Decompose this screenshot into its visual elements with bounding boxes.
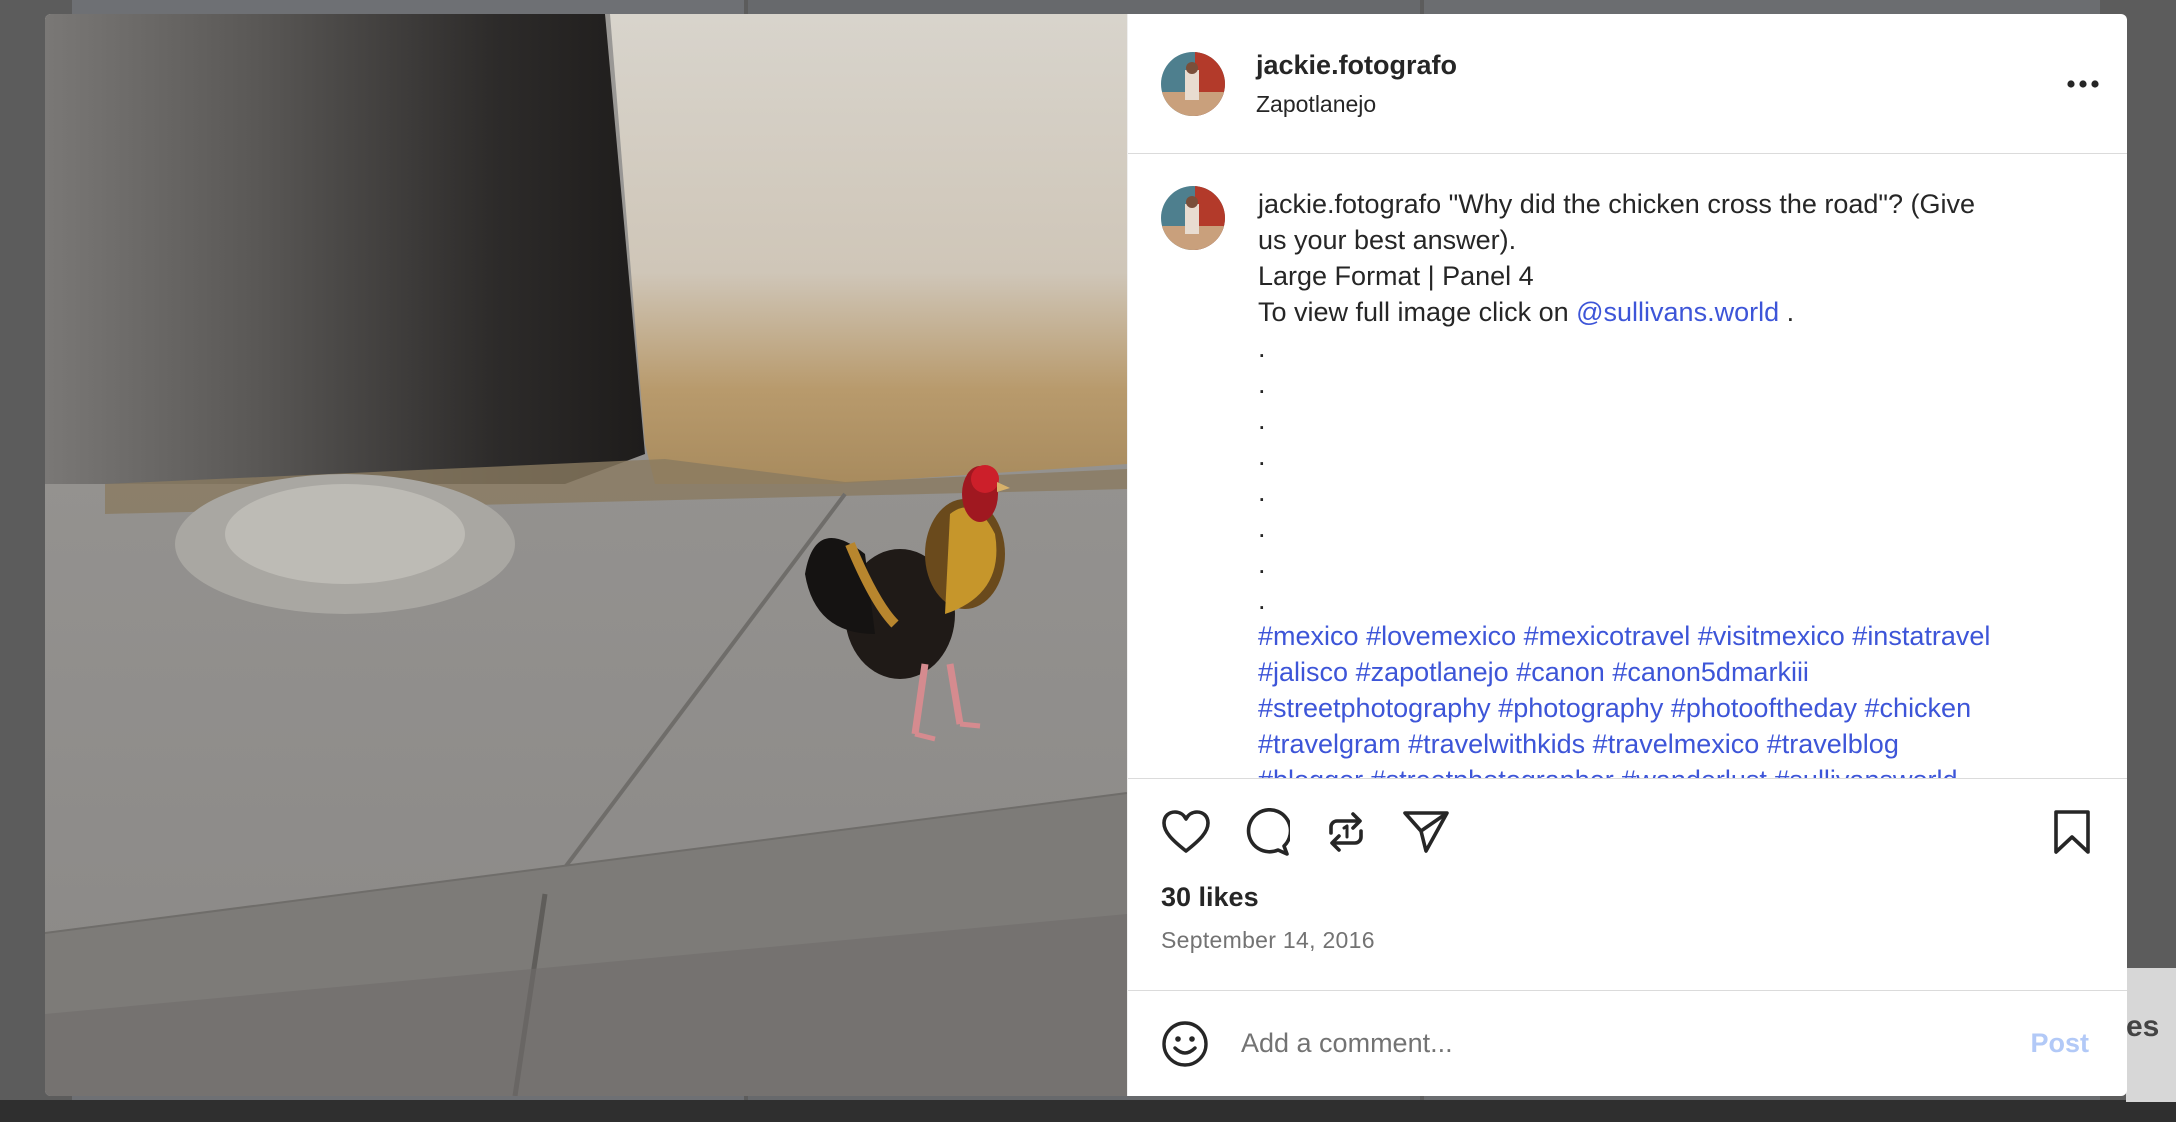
post-header: jackie.fotografo Zapotlanejo <box>1128 14 2127 154</box>
comment-button[interactable] <box>1241 807 1291 857</box>
hashtag-link[interactable]: #visitmexico <box>1698 621 1845 651</box>
caption-dot: . <box>1258 549 1266 579</box>
send-paper-plane-icon <box>1403 810 1449 853</box>
caption-text: jackie.fotografo "Why did the chicken cr… <box>1258 186 1990 778</box>
hashtag-link[interactable]: #canon5dmarkiii <box>1612 657 1809 687</box>
avatar[interactable] <box>1161 51 1225 116</box>
comment-bubble-icon <box>1246 807 1290 856</box>
caption-line: jackie.fotografo "Why did the chicken cr… <box>1258 186 1990 222</box>
hashtag-line: #mexico #lovemexico #mexicotravel #visit… <box>1258 618 1990 654</box>
avatar-image <box>1161 51 1225 116</box>
caption-line-1: "Why did the chicken cross the road"? (G… <box>1448 189 1976 219</box>
avatar[interactable] <box>1161 186 1225 250</box>
comment-bar: Post <box>1128 990 2127 1096</box>
more-options-button[interactable] <box>2063 64 2103 104</box>
hashtag-link[interactable]: #lovemexico <box>1366 621 1516 651</box>
hashtag-link[interactable]: #canon <box>1516 657 1605 687</box>
hashtag-link[interactable]: #sullivansworld <box>1774 765 1957 778</box>
caption-line-4-suffix: . <box>1779 297 1795 327</box>
caption-dot: . <box>1258 513 1266 543</box>
hashtag-link[interactable]: #photography <box>1498 693 1663 723</box>
more-horizontal-icon <box>2067 79 2099 88</box>
hashtag-link[interactable]: #blogger <box>1258 765 1363 778</box>
hashtag-link[interactable]: #streetphotography <box>1258 693 1491 723</box>
hashtag-line: #blogger #streetphotographer #wanderlust… <box>1258 762 1990 778</box>
emoji-button[interactable] <box>1161 1020 1209 1068</box>
rooster-on-sidewalk-image <box>45 14 1127 1096</box>
comment-input[interactable] <box>1239 1027 2025 1060</box>
hashtag-link[interactable]: #travelgram <box>1258 729 1401 759</box>
caption-area[interactable]: jackie.fotografo "Why did the chicken cr… <box>1128 154 2127 778</box>
hashtag-link[interactable]: #jalisco <box>1258 657 1348 687</box>
caption-line-3: Large Format | Panel 4 <box>1258 261 1534 291</box>
bookmark-icon <box>2054 809 2090 854</box>
caption-dot: . <box>1258 477 1266 507</box>
like-button[interactable] <box>1161 807 1211 857</box>
post-modal: jackie.fotografo Zapotlanejo jackie.foto… <box>45 14 2127 1096</box>
caption-dot: . <box>1258 333 1266 363</box>
repost-icon <box>1329 811 1363 852</box>
hashtag-line: #travelgram #travelwithkids #travelmexic… <box>1258 726 1990 762</box>
likes-count[interactable]: 30 likes <box>1128 882 2127 913</box>
hashtag-link[interactable]: #travelwithkids <box>1408 729 1585 759</box>
save-button[interactable] <box>2047 807 2097 857</box>
caption-line-4-text: To view full image click on <box>1258 297 1577 327</box>
mention-link[interactable]: @sullivans.world <box>1576 297 1779 327</box>
post-date[interactable]: September 14, 2016 <box>1128 927 2127 954</box>
caption-username[interactable]: jackie.fotografo <box>1258 189 1441 219</box>
hashtag-link[interactable]: #mexicotravel <box>1524 621 1691 651</box>
post-header-text: jackie.fotografo Zapotlanejo <box>1256 50 2063 118</box>
hashtag-link[interactable]: #wanderlust <box>1621 765 1767 778</box>
hashtag-link[interactable]: #travelmexico <box>1593 729 1760 759</box>
background-peek-card: es <box>2126 968 2176 1102</box>
post-photo <box>45 14 1127 1096</box>
caption-line-4: To view full image click on @sullivans.w… <box>1258 294 1990 330</box>
post-comment-button[interactable]: Post <box>2024 1027 2095 1060</box>
caption-dot: . <box>1258 585 1266 615</box>
hashtag-link[interactable]: #photooftheday <box>1671 693 1857 723</box>
post-location[interactable]: Zapotlanejo <box>1256 91 2063 118</box>
hashtag-link[interactable]: #travelblog <box>1767 729 1899 759</box>
post-side-panel: jackie.fotografo Zapotlanejo jackie.foto… <box>1127 14 2127 1096</box>
caption-line-2: us your best answer). <box>1258 225 1517 255</box>
hashtag-link[interactable]: #instatravel <box>1852 621 1990 651</box>
hashtag-link[interactable]: #chicken <box>1865 693 1972 723</box>
emoji-smile-icon <box>1162 1020 1208 1067</box>
repost-button[interactable] <box>1321 807 1371 857</box>
hashtag-link[interactable]: #mexico <box>1258 621 1359 651</box>
caption-dot: . <box>1258 441 1266 471</box>
hashtag-line: #streetphotography #photography #photoof… <box>1258 690 1990 726</box>
caption-dot: . <box>1258 405 1266 435</box>
share-button[interactable] <box>1401 807 1451 857</box>
post-username[interactable]: jackie.fotografo <box>1256 50 2063 81</box>
hashtag-link[interactable]: #zapotlanejo <box>1356 657 1509 687</box>
action-bar <box>1128 778 2127 884</box>
avatar-image <box>1161 186 1225 250</box>
heart-icon <box>1162 809 1210 853</box>
caption-dot: . <box>1258 369 1266 399</box>
background-strip <box>0 1100 2176 1122</box>
background-peek-text: es <box>2126 1010 2160 1043</box>
hashtag-link[interactable]: #streetphotographer <box>1371 765 1614 778</box>
hashtag-line: #jalisco #zapotlanejo #canon #canon5dmar… <box>1258 654 1990 690</box>
